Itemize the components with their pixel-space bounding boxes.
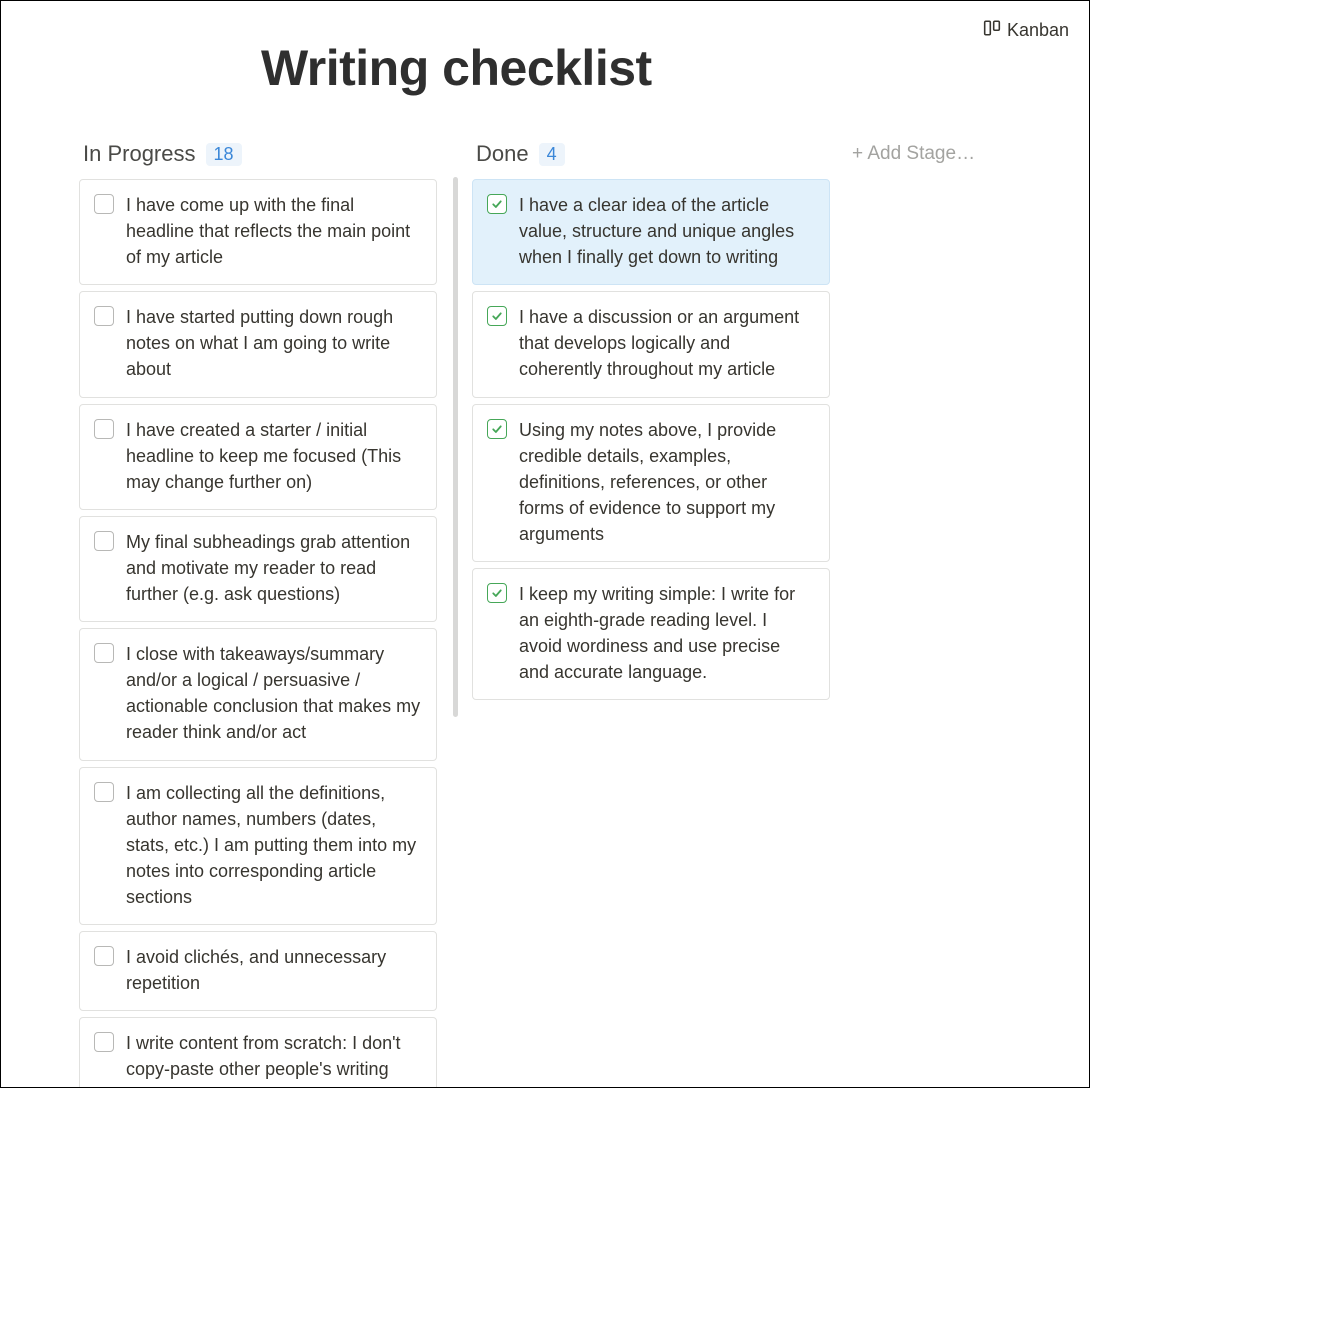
checkbox-unchecked-icon[interactable] <box>94 1032 114 1052</box>
kanban-card[interactable]: I keep my writing simple: I write for an… <box>472 568 830 700</box>
checkbox-unchecked-icon[interactable] <box>94 306 114 326</box>
checkbox-unchecked-icon[interactable] <box>94 194 114 214</box>
checkbox-unchecked-icon[interactable] <box>94 782 114 802</box>
card-text: I close with takeaways/summary and/or a … <box>126 641 422 745</box>
kanban-card[interactable]: My final subheadings grab attention and … <box>79 516 437 622</box>
checkbox-unchecked-icon[interactable] <box>94 419 114 439</box>
kanban-card[interactable]: I have started putting down rough notes … <box>79 291 437 397</box>
add-stage-label: + Add Stage… <box>852 143 975 165</box>
cards-done: I have a clear idea of the article value… <box>472 179 834 700</box>
checkbox-unchecked-icon[interactable] <box>94 946 114 966</box>
column-wrap-in-progress: In Progress 18 I have come up with the f… <box>79 137 458 1088</box>
card-text: My final subheadings grab attention and … <box>126 529 422 607</box>
kanban-card[interactable]: I have a discussion or an argument that … <box>472 291 830 397</box>
view-switch-kanban[interactable]: Kanban <box>983 19 1069 42</box>
kanban-card[interactable]: Using my notes above, I provide credible… <box>472 404 830 562</box>
card-text: I have come up with the final headline t… <box>126 192 422 270</box>
kanban-board: In Progress 18 I have come up with the f… <box>1 137 1089 1073</box>
checkbox-unchecked-icon[interactable] <box>94 531 114 551</box>
add-stage-button[interactable]: + Add Stage… <box>848 137 1028 171</box>
checkbox-checked-icon[interactable] <box>487 419 507 439</box>
checkbox-checked-icon[interactable] <box>487 194 507 214</box>
card-text: I keep my writing simple: I write for an… <box>519 581 815 685</box>
view-switch-label: Kanban <box>1007 20 1069 41</box>
column-header-in-progress[interactable]: In Progress 18 <box>79 137 441 179</box>
card-text: I write content from scratch: I don't co… <box>126 1030 422 1088</box>
card-text: I have created a starter / initial headl… <box>126 417 422 495</box>
kanban-card[interactable]: I avoid clichés, and unnecessary repetit… <box>79 931 437 1011</box>
checkbox-unchecked-icon[interactable] <box>94 643 114 663</box>
kanban-card[interactable]: I have a clear idea of the article value… <box>472 179 830 285</box>
card-text: I have a discussion or an argument that … <box>519 304 815 382</box>
checkbox-checked-icon[interactable] <box>487 583 507 603</box>
card-text: I have a clear idea of the article value… <box>519 192 815 270</box>
count-badge: 4 <box>539 143 565 166</box>
column-title: In Progress <box>83 141 196 167</box>
app-canvas: Kanban Writing checklist In Progress 18 … <box>0 0 1090 1088</box>
column-in-progress: In Progress 18 I have come up with the f… <box>79 137 441 1088</box>
column-title: Done <box>476 141 529 167</box>
kanban-card[interactable]: I have created a starter / initial headl… <box>79 404 437 510</box>
kanban-card[interactable]: I write content from scratch: I don't co… <box>79 1017 437 1088</box>
kanban-card[interactable]: I close with takeaways/summary and/or a … <box>79 628 437 760</box>
scrollbar-track[interactable] <box>453 177 458 717</box>
count-badge: 18 <box>206 143 242 166</box>
column-done: Done 4 I have a clear idea of the articl… <box>472 137 834 700</box>
card-text: Using my notes above, I provide credible… <box>519 417 815 547</box>
card-text: I have started putting down rough notes … <box>126 304 422 382</box>
kanban-icon <box>983 19 1001 42</box>
kanban-card[interactable]: I am collecting all the definitions, aut… <box>79 767 437 925</box>
card-text: I avoid clichés, and unnecessary repetit… <box>126 944 422 996</box>
column-header-done[interactable]: Done 4 <box>472 137 834 179</box>
card-text: I am collecting all the definitions, aut… <box>126 780 422 910</box>
kanban-card[interactable]: I have come up with the final headline t… <box>79 179 437 285</box>
cards-in-progress: I have come up with the final headline t… <box>79 179 441 1088</box>
page-title: Writing checklist <box>261 33 1089 97</box>
checkbox-checked-icon[interactable] <box>487 306 507 326</box>
